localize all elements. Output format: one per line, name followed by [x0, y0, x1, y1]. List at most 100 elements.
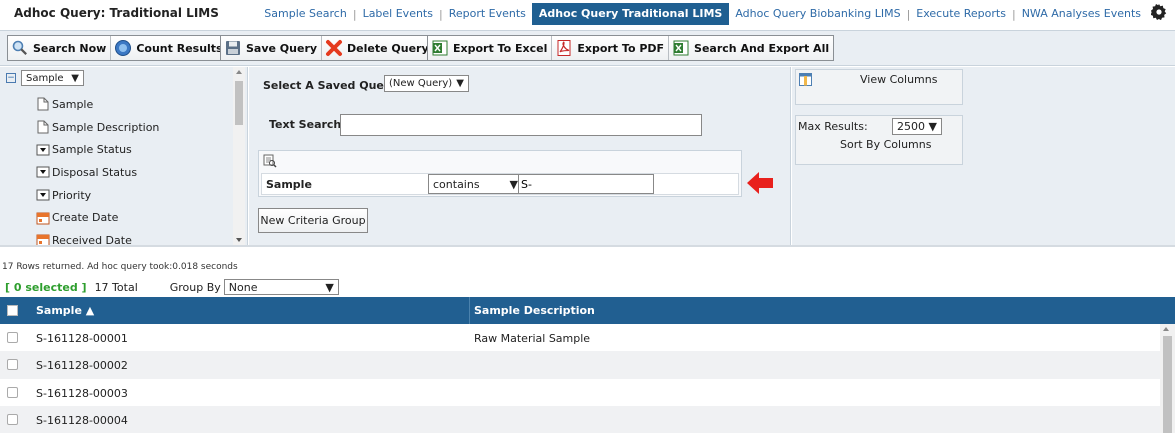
total-count: 17 Total [94, 280, 138, 294]
toolbar: Search Now Count Results Save Query Dele… [0, 30, 1175, 66]
save-query-button[interactable]: Save Query [221, 36, 323, 60]
row-sample: S-161128-00002 [36, 359, 128, 373]
delete-query-button[interactable]: Delete Query [322, 36, 433, 60]
scroll-down-icon[interactable] [236, 238, 242, 242]
chevron-down-icon: ▼ [928, 120, 937, 133]
group-by-select[interactable]: None ▼ [223, 279, 339, 295]
calendar-icon [36, 212, 50, 225]
column-header-sample-label: Sample [36, 304, 82, 317]
row-checkbox[interactable] [7, 386, 18, 398]
columns-icon [799, 73, 812, 86]
excel-icon [432, 40, 448, 56]
table-row[interactable]: S-161128-00003 [0, 379, 1160, 406]
tree-item-label: Disposal Status [52, 165, 138, 179]
chevron-down-icon: ▼ [71, 72, 79, 84]
search-criteria-icon[interactable] [263, 154, 277, 168]
top-nav: Sample Search | Label Events | Report Ev… [258, 3, 1147, 25]
row-checkbox[interactable] [7, 332, 18, 343]
criteria-field-label: Sample [266, 178, 312, 191]
scrollbar-thumb[interactable] [235, 81, 243, 125]
results-info: 17 Rows returned. Ad hoc query took:0.01… [2, 262, 238, 272]
tree-item-label: Create Date [52, 211, 119, 225]
row-checkbox[interactable] [7, 413, 18, 425]
column-header-sample[interactable]: Sample ▲ [36, 304, 94, 317]
results-grid-body: S-161128-00001 Raw Material Sample S-161… [0, 324, 1160, 433]
nav-adhoc-biobanking[interactable]: Adhoc Query Biobanking LIMS [729, 3, 906, 25]
magnifier-icon [12, 40, 27, 55]
count-results-label: Count Results [136, 41, 223, 55]
page-title: Adhoc Query: Traditional LIMS [14, 6, 219, 20]
export-excel-button[interactable]: Export To Excel [428, 36, 553, 60]
criteria-row: Sample contains ▼ [261, 173, 739, 195]
search-export-all-button[interactable]: Search And Export All [669, 36, 834, 60]
search-button-group: Search Now Count Results [7, 35, 228, 61]
count-results-button[interactable]: Count Results [111, 36, 227, 60]
row-sample: S-161128-00003 [36, 386, 128, 400]
tree-scrollbar[interactable] [233, 67, 245, 245]
chevron-down-icon: ▼ [325, 280, 334, 294]
scroll-up-icon[interactable] [236, 70, 242, 74]
new-criteria-group-button[interactable]: New Criteria Group [258, 208, 368, 233]
gear-icon[interactable] [1151, 4, 1167, 20]
tree-item-disposal-status[interactable]: Disposal Status [36, 161, 159, 184]
tree-item-received-date[interactable]: Received Date [36, 229, 159, 252]
max-results-label: Max Results: [798, 120, 868, 133]
nav-sample-search[interactable]: Sample Search [258, 3, 353, 25]
grid-scrollbar[interactable] [1160, 324, 1175, 433]
tree-item-sample-status[interactable]: Sample Status [36, 138, 159, 161]
field-list: Sample Sample Description Sample Status … [36, 93, 159, 252]
entity-select-value: Sample [26, 72, 64, 84]
dropdown-icon [36, 189, 50, 201]
nav-report-events[interactable]: Report Events [443, 3, 532, 25]
nav-execute-reports[interactable]: Execute Reports [910, 3, 1012, 25]
dropdown-icon [36, 166, 50, 178]
export-button-group: Export To Excel Export To PDF Search And… [427, 35, 835, 61]
tree-item-sample[interactable]: Sample [36, 93, 159, 116]
entity-select[interactable]: Sample ▼ [21, 70, 84, 86]
text-search-input[interactable] [340, 114, 702, 136]
saved-query-value: (New Query) [389, 78, 453, 89]
max-results-select[interactable]: 2500 ▼ [892, 118, 942, 135]
max-results-value: 2500 [897, 120, 925, 133]
result-options-box: Max Results: 2500 ▼ Sort By Columns [795, 115, 963, 165]
operator-select[interactable]: contains ▼ [428, 174, 523, 194]
collapse-icon[interactable]: − [6, 73, 16, 83]
tree-item-priority[interactable]: Priority [36, 184, 159, 207]
tree-item-sample-description[interactable]: Sample Description [36, 116, 159, 139]
export-pdf-button[interactable]: Export To PDF [552, 36, 670, 60]
results-grid-header: Sample ▲ Sample Description [0, 297, 1175, 324]
nav-label-events[interactable]: Label Events [357, 3, 439, 25]
column-divider [469, 297, 470, 324]
criteria-panel: Select A Saved Query: (New Query) ▼ Text… [249, 67, 791, 245]
sort-ascending-icon: ▲ [85, 304, 95, 317]
search-now-label: Search Now [33, 41, 107, 55]
criteria-group: Sample contains ▼ [258, 150, 742, 197]
tree-item-label: Sample Status [52, 143, 132, 157]
sort-by-columns-link[interactable]: Sort By Columns [840, 138, 931, 151]
view-columns-box[interactable]: View Columns [795, 69, 963, 105]
dropdown-icon [36, 144, 50, 156]
group-by-label: Group By [169, 280, 221, 294]
tree-item-create-date[interactable]: Create Date [36, 206, 159, 229]
row-checkbox[interactable] [7, 359, 18, 371]
search-now-button[interactable]: Search Now [8, 36, 112, 60]
delete-query-label: Delete Query [347, 41, 429, 55]
column-header-sample-description[interactable]: Sample Description [474, 304, 595, 317]
select-all-checkbox[interactable] [7, 305, 18, 316]
scrollbar-thumb[interactable] [1163, 336, 1172, 433]
row-sample: S-161128-00004 [36, 413, 128, 427]
document-icon [37, 120, 49, 134]
table-row[interactable]: S-161128-00004 [0, 405, 1160, 433]
table-row[interactable]: S-161128-00001 Raw Material Sample [0, 324, 1160, 351]
red-arrow-callout-icon [747, 172, 773, 194]
nav-adhoc-traditional[interactable]: Adhoc Query Traditional LIMS [531, 3, 730, 25]
tree-item-label: Priority [52, 188, 92, 202]
text-search-label: Text Search [269, 118, 342, 131]
criteria-value-input[interactable] [518, 174, 654, 194]
nav-nwa-analyses[interactable]: NWA Analyses Events [1016, 3, 1147, 25]
export-pdf-label: Export To PDF [577, 41, 665, 55]
chevron-down-icon: ▼ [456, 78, 464, 89]
scroll-up-icon[interactable] [1163, 327, 1169, 331]
saved-query-select[interactable]: (New Query) ▼ [384, 75, 469, 92]
table-row[interactable]: S-161128-00002 [0, 351, 1160, 379]
